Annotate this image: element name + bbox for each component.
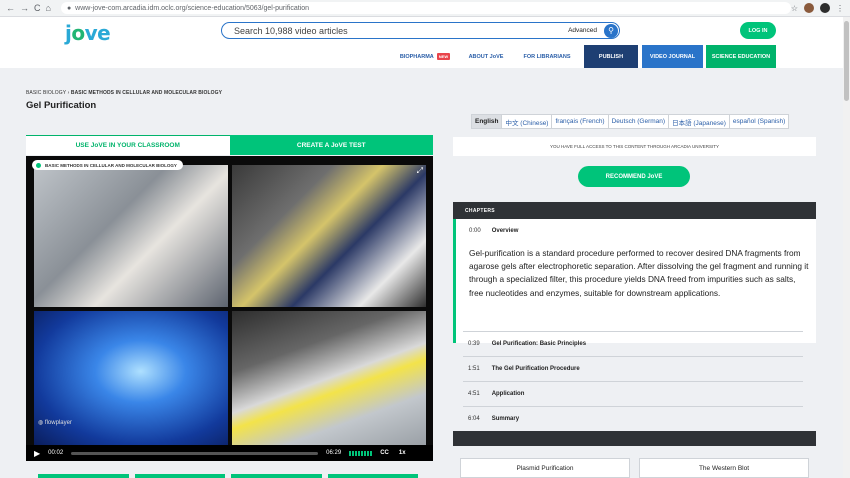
access-notice: YOU HAVE FULL ACCESS TO THIS CONTENT THR… [453, 137, 816, 156]
below-video-buttons [38, 474, 418, 478]
chapter-title: Gel Purification: Basic Principles [491, 341, 587, 347]
profile-avatar[interactable] [804, 3, 814, 13]
page-title: Gel Purification [26, 100, 97, 111]
video-frame-tube-rack [232, 311, 426, 445]
recommend-jove-button[interactable]: RECOMMEND JoVE [578, 166, 690, 187]
breadcrumb-basic-methods[interactable]: BASIC METHODS IN CELLULAR AND MOLECULAR … [71, 90, 222, 96]
search-input[interactable]: Search 10,988 video articles [234, 26, 568, 36]
chapter-time: 1:51 [468, 366, 480, 372]
back-icon[interactable]: ← [6, 3, 15, 13]
forward-icon[interactable]: → [20, 3, 29, 13]
chapter-item[interactable]: 0:39 Gel Purification: Basic Principles [463, 331, 803, 356]
chapters-footer [453, 431, 816, 446]
logo-letters-ve: ve [84, 21, 111, 45]
bookmark-star-icon[interactable]: ☆ [791, 4, 798, 13]
duration: 06:29 [326, 450, 342, 456]
jove-logo[interactable]: jove [65, 21, 111, 45]
reload-icon[interactable]: C [34, 3, 41, 13]
nav-science-education[interactable]: SCIENCE EDUCATION [706, 45, 776, 68]
tab-use-in-classroom[interactable]: USE JoVE IN YOUR CLASSROOM [26, 135, 230, 155]
browser-toolbar: ← → C ⌂ ● www-jove-com.arcadia.idm.oclc.… [0, 0, 850, 17]
address-bar[interactable]: ● www-jove-com.arcadia.idm.oclc.org/scie… [60, 2, 791, 14]
breadcrumb: BASIC BIOLOGY › BASIC METHODS IN CELLULA… [26, 90, 222, 96]
breadcrumb-basic-biology[interactable]: BASIC BIOLOGY [26, 90, 66, 96]
video-tabs: USE JoVE IN YOUR CLASSROOM CREATE A JoVE… [26, 135, 433, 155]
advanced-search-link[interactable]: Advanced [568, 27, 597, 34]
tab-create-test[interactable]: CREATE A JoVE TEST [229, 135, 433, 155]
lang-french[interactable]: français (French) [551, 114, 609, 129]
logo-letter-o: o [71, 21, 85, 45]
top-nav: BIOPHARMA NEW ABOUT JoVE FOR LIBRARIANS … [0, 45, 850, 68]
chapter-description: Gel-purification is a standard procedure… [469, 248, 809, 298]
browser-nav: ← → C ⌂ [6, 3, 51, 13]
chapter-row: 0:00 Overview [469, 228, 518, 234]
extension-icon[interactable] [820, 3, 830, 13]
chapter-title: Overview [491, 228, 519, 234]
related-western-blot[interactable]: The Western Blot [639, 458, 809, 478]
login-button[interactable]: LOG IN [740, 22, 776, 39]
current-time: 00:02 [48, 450, 64, 456]
chapter-item[interactable]: 4:51 Application [463, 381, 803, 406]
nav-for-librarians[interactable]: FOR LIBRARIANS [518, 45, 576, 68]
nav-video-journal[interactable]: VIDEO JOURNAL [642, 45, 703, 68]
chapter-item[interactable]: 1:51 The Gel Purification Procedure [463, 356, 803, 381]
nav-publish[interactable]: PUBLISH [584, 45, 638, 68]
nav-biopharma[interactable]: BIOPHARMA NEW [396, 45, 454, 68]
chapter-title: Summary [491, 416, 520, 422]
new-badge: NEW [436, 53, 451, 60]
speed-button[interactable]: 1x [399, 450, 406, 456]
lang-english[interactable]: English [471, 114, 503, 129]
related-plasmid-purification[interactable]: Plasmid Purification [460, 458, 630, 478]
chapter-title: Application [491, 391, 525, 397]
chapters-heading: CHAPTERS [453, 202, 816, 219]
search-icon[interactable]: ⚲ [604, 23, 618, 38]
browser-actions: ☆ ⋮ [791, 3, 844, 13]
language-selector: English 中文 (Chinese) français (French) D… [471, 114, 790, 129]
page-scrollbar[interactable] [843, 17, 850, 478]
lang-german[interactable]: Deutsch (German) [607, 114, 670, 129]
lang-chinese[interactable]: 中文 (Chinese) [501, 114, 553, 129]
chapter-title: The Gel Purification Procedure [491, 366, 580, 372]
collection-label[interactable]: BASIC METHODS IN CELLULAR AND MOLECULAR … [32, 160, 183, 170]
below-video-button[interactable] [327, 474, 418, 478]
nav-about-jove[interactable]: ABOUT JoVE [462, 45, 510, 68]
chapter-time: 6:04 [468, 416, 480, 422]
home-icon[interactable]: ⌂ [46, 3, 51, 13]
below-video-button[interactable] [38, 474, 129, 478]
play-icon[interactable]: ▶ [34, 449, 40, 458]
scrollbar-thumb[interactable] [844, 21, 849, 101]
browser-menu-icon[interactable]: ⋮ [836, 4, 844, 13]
below-video-button[interactable] [231, 474, 322, 478]
lang-spanish[interactable]: español (Spanish) [728, 114, 790, 129]
video-frame-centrifuge [232, 165, 426, 307]
site-header: jove Search 10,988 video articles Advanc… [0, 17, 850, 68]
chapter-time: 0:00 [469, 228, 481, 234]
url-text[interactable]: www-jove-com.arcadia.idm.oclc.org/scienc… [75, 5, 309, 12]
search-bar: Search 10,988 video articles Advanced ⚲ [221, 22, 620, 39]
collection-dot-icon [36, 162, 41, 168]
captions-button[interactable]: CC [380, 450, 389, 456]
player-controls: ▶ 00:02 06:29 CC 1x [26, 445, 433, 461]
chapter-overview[interactable]: 0:00 Overview Gel-purification is a stand… [453, 219, 816, 343]
progress-bar[interactable] [71, 451, 319, 455]
video-player[interactable]: BASIC METHODS IN CELLULAR AND MOLECULAR … [26, 156, 433, 461]
lock-icon: ● [66, 4, 72, 12]
lang-japanese[interactable]: 日本語 (Japanese) [668, 114, 730, 129]
volume-icon[interactable] [349, 450, 373, 456]
flowplayer-logo[interactable]: ◍ flowplayer [38, 419, 72, 426]
chapter-time: 0:39 [468, 341, 480, 347]
chapters-panel: CHAPTERS 0:00 Overview Gel-purification i… [453, 202, 816, 446]
chapter-item[interactable]: 6:04 Summary [463, 406, 803, 431]
below-video-button[interactable] [134, 474, 225, 478]
video-frame-pipetting [34, 165, 228, 307]
fullscreen-icon[interactable]: ⤢ [417, 166, 423, 176]
chapter-time: 4:51 [468, 391, 480, 397]
nav-biopharma-label: BIOPHARMA [399, 53, 434, 60]
collection-label-text: BASIC METHODS IN CELLULAR AND MOLECULAR … [45, 162, 177, 168]
